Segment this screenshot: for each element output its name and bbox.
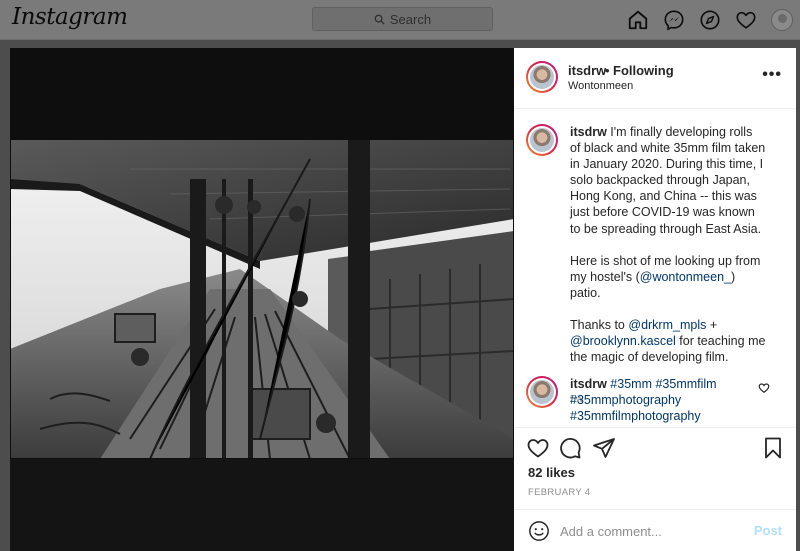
author-username[interactable]: itsdrw: [568, 63, 606, 78]
comment-input[interactable]: [560, 522, 740, 540]
post-header: itsdrw • Following Wontonmeen •••: [514, 48, 796, 109]
nav-explore[interactable]: [692, 6, 728, 34]
nav-home[interactable]: [620, 6, 656, 34]
comment-bubble-icon[interactable]: [558, 436, 582, 460]
explore-icon: [700, 10, 720, 30]
emoji-icon[interactable]: [528, 520, 550, 542]
hashtag-link[interactable]: #35mmphotography: [570, 393, 681, 407]
add-comment-bar: Post: [514, 509, 796, 551]
messenger-icon: [664, 10, 684, 31]
post-side-panel: itsdrw • Following Wontonmeen ••• itsdrw…: [514, 48, 796, 551]
mention-link[interactable]: @drkrm_mpls: [628, 318, 706, 332]
caption-username[interactable]: itsdrw: [570, 125, 607, 139]
home-icon: [628, 10, 648, 30]
nav-activity[interactable]: [728, 6, 764, 34]
post-location[interactable]: Wontonmeen: [568, 80, 633, 92]
save-bookmark-icon[interactable]: [761, 436, 785, 460]
comment-username[interactable]: itsdrw: [570, 377, 607, 391]
post-date: FEBRUARY 4: [528, 487, 591, 498]
more-options-button[interactable]: •••: [762, 66, 782, 84]
post-modal: itsdrw • Following Wontonmeen ••• itsdrw…: [10, 48, 796, 551]
mention-link[interactable]: @wontonmeen_: [640, 270, 731, 284]
hashtag-link[interactable]: #35mmfilmphotography: [570, 409, 701, 423]
top-navigation: Instagram Search: [0, 0, 800, 40]
nav-direct[interactable]: [656, 6, 692, 34]
hashtag-link[interactable]: #35mm: [610, 377, 652, 391]
instagram-logo[interactable]: Instagram: [12, 4, 128, 30]
image-letterbox: [10, 459, 514, 551]
comments-list: itsdrw I'm finally developing rolls of b…: [514, 110, 796, 427]
follow-status[interactable]: Following: [613, 63, 674, 78]
search-icon: [374, 14, 385, 25]
search-placeholder: Search: [389, 11, 432, 27]
post-actions: 82 likes FEBRUARY 4 Post: [514, 427, 796, 551]
profile-avatar: [771, 9, 793, 31]
like-comment-heart-icon[interactable]: [758, 382, 770, 394]
building-photo: [10, 139, 514, 459]
like-heart-icon[interactable]: [526, 436, 550, 460]
nav-profile[interactable]: [764, 6, 800, 34]
author-avatar[interactable]: [526, 61, 558, 93]
comment-avatar[interactable]: [526, 376, 558, 408]
post-comment-button[interactable]: Post: [754, 523, 782, 538]
nav-icons: [620, 6, 800, 34]
heart-icon: [736, 11, 756, 29]
comment-text: itsdrw #35mm #35mmfilm #35mmphotography …: [570, 376, 750, 424]
separator-dot: •: [605, 63, 610, 78]
caption-avatar[interactable]: [526, 124, 558, 156]
search-box[interactable]: Search: [312, 7, 493, 31]
mention-link[interactable]: @brooklynn.kascel: [570, 334, 676, 348]
share-paper-plane-icon[interactable]: [592, 436, 616, 460]
hashtag-link[interactable]: #35mmfilm: [655, 377, 716, 391]
likes-count[interactable]: 82 likes: [528, 465, 575, 480]
post-image: [10, 48, 514, 551]
caption-text: itsdrw I'm finally developing rolls of b…: [570, 125, 766, 365]
